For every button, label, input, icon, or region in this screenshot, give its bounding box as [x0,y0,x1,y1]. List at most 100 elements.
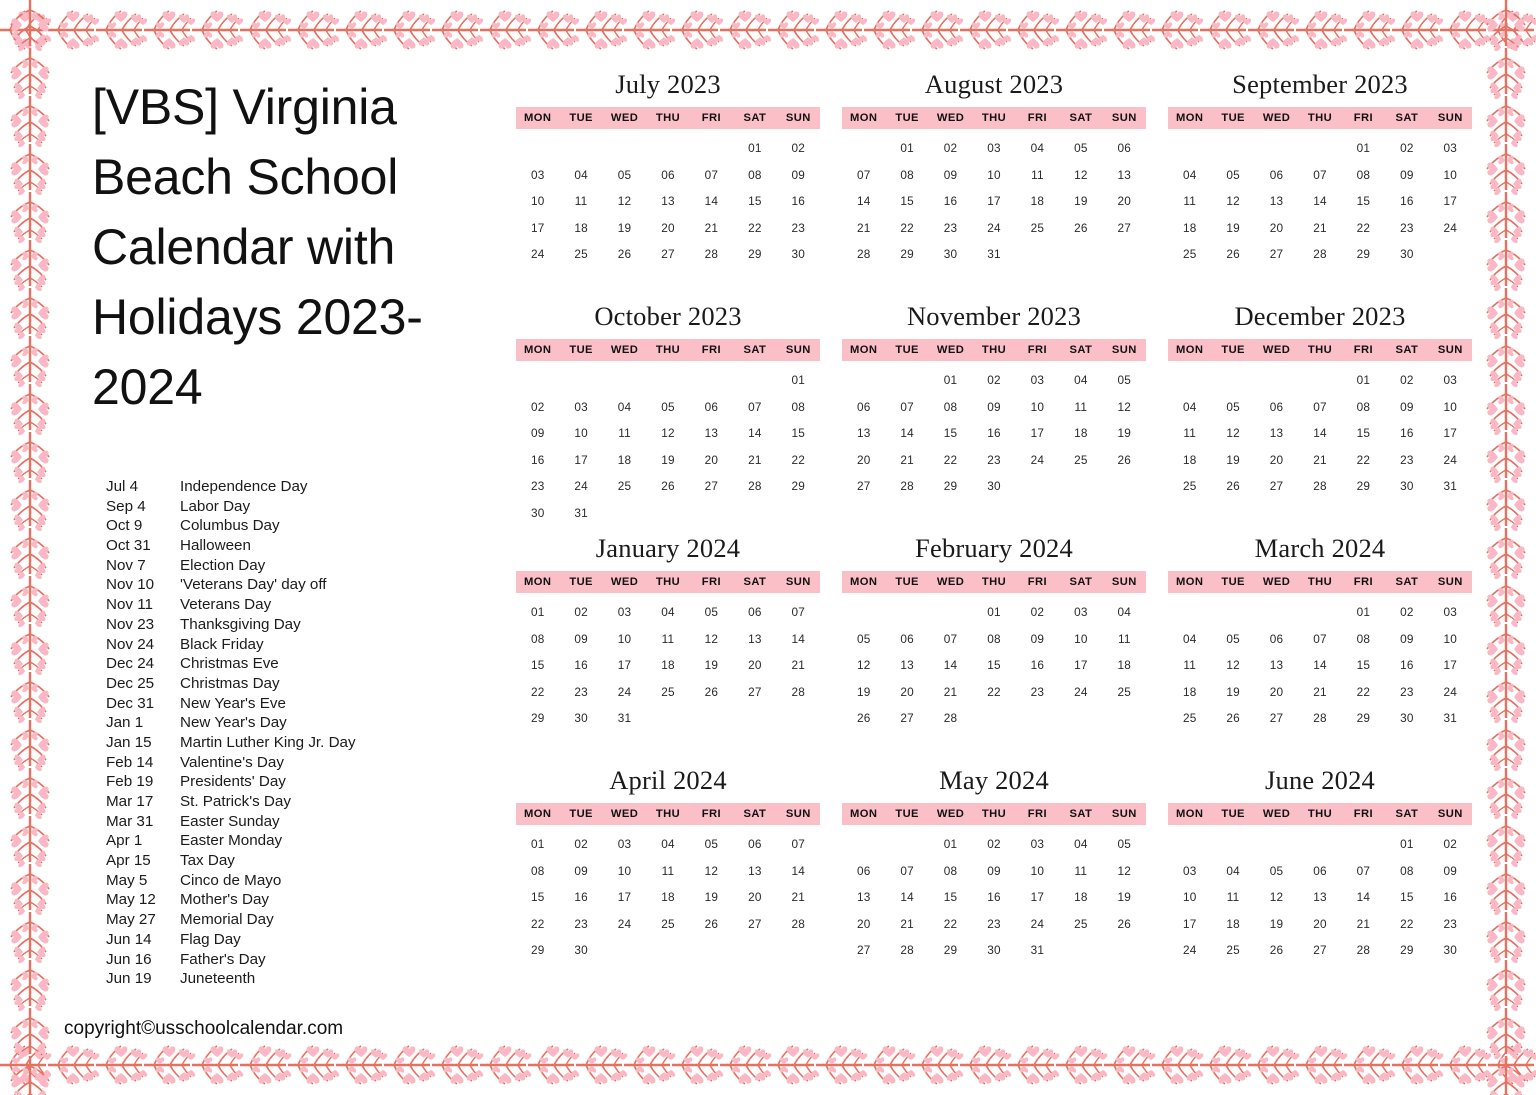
day-cell[interactable]: 06 [690,400,733,414]
day-cell[interactable]: 12 [842,658,885,672]
day-cell[interactable]: 30 [929,247,972,261]
day-cell[interactable]: 04 [1168,168,1211,182]
day-cell[interactable]: 08 [1342,400,1385,414]
day-cell[interactable]: 28 [842,247,885,261]
day-cell[interactable]: 26 [1255,943,1298,957]
day-cell[interactable]: 10 [1168,890,1211,904]
day-cell[interactable]: 09 [777,168,820,182]
day-cell[interactable]: 10 [603,632,646,646]
day-cell[interactable]: 17 [972,194,1015,208]
day-cell[interactable]: 21 [1298,221,1341,235]
day-cell[interactable]: 14 [885,890,928,904]
day-cell[interactable]: 06 [842,400,885,414]
day-cell[interactable]: 10 [1016,400,1059,414]
day-cell[interactable]: 21 [1298,453,1341,467]
day-cell[interactable]: 14 [1298,426,1341,440]
day-cell[interactable]: 24 [1016,453,1059,467]
day-cell[interactable]: 10 [1016,864,1059,878]
day-cell[interactable]: 14 [1298,658,1341,672]
day-cell[interactable]: 08 [516,864,559,878]
day-cell[interactable]: 29 [516,943,559,957]
day-cell[interactable]: 14 [929,658,972,672]
day-cell[interactable]: 18 [1168,453,1211,467]
day-cell[interactable]: 12 [603,194,646,208]
day-cell[interactable]: 05 [1211,168,1254,182]
day-cell[interactable]: 23 [1016,685,1059,699]
day-cell[interactable]: 26 [690,917,733,931]
day-cell[interactable]: 26 [1103,453,1146,467]
day-cell[interactable]: 08 [1342,632,1385,646]
day-cell[interactable]: 16 [559,658,602,672]
day-cell[interactable]: 13 [1103,168,1146,182]
day-cell[interactable]: 02 [972,837,1015,851]
day-cell[interactable]: 31 [1429,479,1472,493]
day-cell[interactable]: 29 [1342,711,1385,725]
day-cell[interactable]: 17 [1429,426,1472,440]
day-cell[interactable]: 16 [1016,658,1059,672]
day-cell[interactable]: 08 [929,400,972,414]
day-cell[interactable]: 22 [1342,453,1385,467]
day-cell[interactable]: 25 [1168,711,1211,725]
day-cell[interactable]: 17 [603,890,646,904]
day-cell[interactable]: 01 [516,837,559,851]
day-cell[interactable]: 29 [885,247,928,261]
day-cell[interactable]: 12 [1211,194,1254,208]
day-cell[interactable]: 03 [603,605,646,619]
day-cell[interactable]: 13 [733,632,776,646]
day-cell[interactable]: 02 [559,837,602,851]
day-cell[interactable]: 19 [603,221,646,235]
day-cell[interactable]: 10 [1429,168,1472,182]
day-cell[interactable]: 29 [929,479,972,493]
day-cell[interactable]: 19 [1211,221,1254,235]
day-cell[interactable]: 02 [777,141,820,155]
day-cell[interactable]: 25 [1211,943,1254,957]
day-cell[interactable]: 30 [516,506,559,520]
day-cell[interactable]: 02 [1016,605,1059,619]
day-cell[interactable]: 03 [1168,864,1211,878]
day-cell[interactable]: 23 [1385,453,1428,467]
day-cell[interactable]: 09 [1385,632,1428,646]
day-cell[interactable]: 05 [1103,837,1146,851]
day-cell[interactable]: 06 [842,864,885,878]
day-cell[interactable]: 11 [1059,864,1102,878]
day-cell[interactable]: 02 [1429,837,1472,851]
day-cell[interactable]: 26 [690,685,733,699]
day-cell[interactable]: 24 [1429,685,1472,699]
day-cell[interactable]: 28 [1298,479,1341,493]
day-cell[interactable]: 27 [1255,711,1298,725]
day-cell[interactable]: 28 [885,479,928,493]
day-cell[interactable]: 04 [1059,837,1102,851]
day-cell[interactable]: 03 [516,168,559,182]
day-cell[interactable]: 05 [1255,864,1298,878]
day-cell[interactable]: 01 [972,605,1015,619]
day-cell[interactable]: 17 [559,453,602,467]
day-cell[interactable]: 19 [1103,426,1146,440]
day-cell[interactable]: 15 [929,426,972,440]
day-cell[interactable]: 08 [733,168,776,182]
day-cell[interactable]: 11 [1168,658,1211,672]
day-cell[interactable]: 15 [1342,426,1385,440]
day-cell[interactable]: 05 [1211,632,1254,646]
day-cell[interactable]: 25 [646,917,689,931]
day-cell[interactable]: 05 [1059,141,1102,155]
day-cell[interactable]: 13 [733,864,776,878]
day-cell[interactable]: 07 [1298,168,1341,182]
day-cell[interactable]: 05 [842,632,885,646]
day-cell[interactable]: 23 [559,917,602,931]
day-cell[interactable]: 27 [1255,247,1298,261]
day-cell[interactable]: 17 [1016,890,1059,904]
day-cell[interactable]: 09 [1016,632,1059,646]
day-cell[interactable]: 27 [733,917,776,931]
day-cell[interactable]: 23 [1385,221,1428,235]
day-cell[interactable]: 22 [516,685,559,699]
day-cell[interactable]: 22 [1342,221,1385,235]
day-cell[interactable]: 04 [646,837,689,851]
day-cell[interactable]: 02 [929,141,972,155]
day-cell[interactable]: 18 [1059,890,1102,904]
day-cell[interactable]: 08 [1385,864,1428,878]
day-cell[interactable]: 16 [929,194,972,208]
day-cell[interactable]: 18 [559,221,602,235]
day-cell[interactable]: 30 [777,247,820,261]
day-cell[interactable]: 30 [559,711,602,725]
day-cell[interactable]: 25 [1059,917,1102,931]
